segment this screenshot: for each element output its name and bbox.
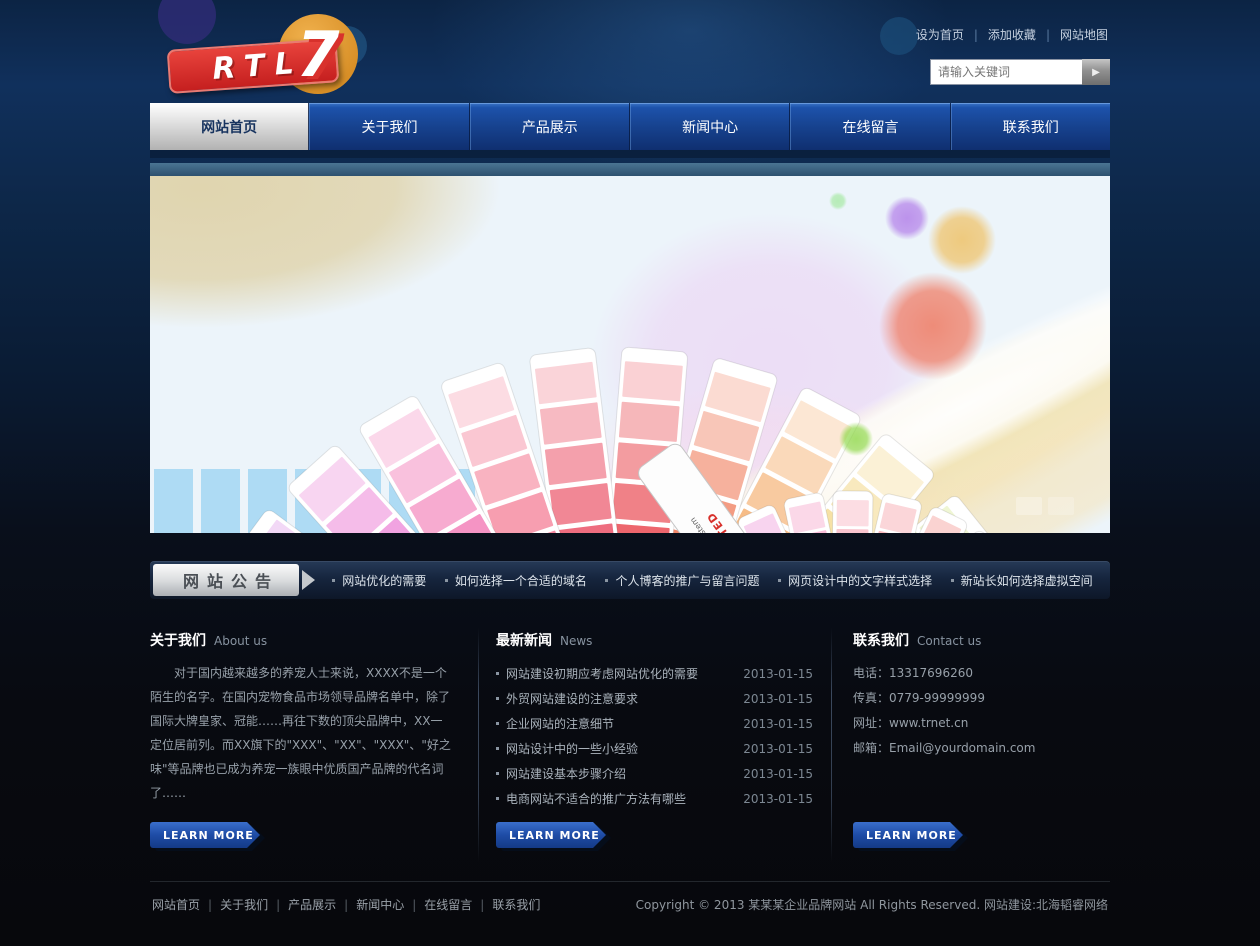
announcement-bar: 网站公告 网站优化的需要 如何选择一个合适的域名 个人博客的推广与留言问题 网页… xyxy=(150,561,1110,599)
footer-link-guestbook[interactable]: 在线留言 xyxy=(424,896,492,913)
news-link[interactable]: 网站建设基本步骤介绍 xyxy=(496,765,743,782)
bullet-icon xyxy=(496,722,499,725)
search-input[interactable] xyxy=(930,59,1082,85)
news-link[interactable]: 网站设计中的一些小经验 xyxy=(496,740,743,757)
nav-item-products[interactable]: 产品展示 xyxy=(470,103,630,150)
news-learn-more-button[interactable]: LEARN MORE xyxy=(496,822,608,849)
set-homepage-link[interactable]: 设为首页 xyxy=(916,26,964,43)
add-favorite-link[interactable]: 添加收藏 xyxy=(988,26,1036,43)
about-paragraph: 对于国内越来越多的养宠人士来说，XXXX不是一个陌生的名字。在国内宠物食品市场领… xyxy=(150,661,454,805)
bullet-icon xyxy=(496,797,499,800)
news-link[interactable]: 外贸网站建设的注意要求 xyxy=(496,690,743,707)
news-date: 2013-01-15 xyxy=(743,692,813,706)
nav-item-about[interactable]: 关于我们 xyxy=(309,103,469,150)
news-date: 2013-01-15 xyxy=(743,767,813,781)
news-link[interactable]: 企业网站的注意细节 xyxy=(496,715,743,732)
arrow-right-icon: ▶ xyxy=(1092,67,1100,78)
contact-section: 联系我们 Contact us 电话：13317696260 传真：0779-9… xyxy=(832,620,1110,872)
news-title-cn: 最新新闻 xyxy=(496,630,552,650)
about-section: 关于我们 About us 对于国内越来越多的养宠人士来说，XXXX不是一个陌生… xyxy=(150,620,478,872)
bullet-icon xyxy=(605,579,608,582)
news-row: 网站建设基本步骤介绍 2013-01-15 xyxy=(496,761,813,786)
news-link[interactable]: 网站建设初期应考虑网站优化的需要 xyxy=(496,665,743,682)
nav-item-home[interactable]: 网站首页 xyxy=(150,103,309,150)
news-list: 网站建设初期应考虑网站优化的需要 2013-01-15 外贸网站建设的注意要求 … xyxy=(496,661,813,811)
contact-fax: 传真：0779-99999999 xyxy=(853,686,1110,711)
divider: | xyxy=(1046,28,1050,42)
banner-color-fan-image: Color Management SystemSOLID COATED xyxy=(150,163,1110,533)
announcement-links: 网站优化的需要 如何选择一个合适的域名 个人博客的推广与留言问题 网页设计中的文… xyxy=(315,572,1110,589)
content-columns: 关于我们 About us 对于国内越来越多的养宠人士来说，XXXX不是一个陌生… xyxy=(150,620,1110,872)
news-date: 2013-01-15 xyxy=(743,717,813,731)
bullet-icon xyxy=(496,772,499,775)
news-row: 企业网站的注意细节 2013-01-15 xyxy=(496,711,813,736)
logo-seven-text: 7 xyxy=(278,14,358,94)
news-row: 外贸网站建设的注意要求 2013-01-15 xyxy=(496,686,813,711)
footer-link-about[interactable]: 关于我们 xyxy=(220,896,288,913)
news-row: 网站设计中的一些小经验 2013-01-15 xyxy=(496,736,813,761)
nav-item-news[interactable]: 新闻中心 xyxy=(630,103,790,150)
news-row: 电商网站不适合的推广方法有哪些 2013-01-15 xyxy=(496,786,813,811)
contact-title-cn: 联系我们 xyxy=(853,630,909,650)
footer-link-products[interactable]: 产品展示 xyxy=(288,896,356,913)
about-learn-more-button[interactable]: LEARN MORE xyxy=(150,822,262,849)
nav-shadow-strip xyxy=(150,150,1110,158)
news-title-en: News xyxy=(560,634,592,648)
news-link[interactable]: 电商网站不适合的推广方法有哪些 xyxy=(496,790,743,807)
footer-link-home[interactable]: 网站首页 xyxy=(152,896,220,913)
about-title-en: About us xyxy=(214,634,267,648)
contact-learn-more-button[interactable]: LEARN MORE xyxy=(853,822,965,849)
news-date: 2013-01-15 xyxy=(743,792,813,806)
footer-link-contact[interactable]: 联系我们 xyxy=(492,896,540,913)
top-utility-links: 设为首页 | 添加收藏 | 网站地图 xyxy=(916,26,1108,43)
sitemap-link[interactable]: 网站地图 xyxy=(1060,26,1108,43)
news-row: 网站建设初期应考虑网站优化的需要 2013-01-15 xyxy=(496,661,813,686)
bullet-icon xyxy=(496,697,499,700)
announcement-link[interactable]: 如何选择一个合适的域名 xyxy=(445,572,587,589)
nav-item-contact[interactable]: 联系我们 xyxy=(951,103,1110,150)
contact-list: 电话：13317696260 传真：0779-99999999 网址：www.t… xyxy=(853,661,1110,761)
arrow-right-icon xyxy=(302,570,315,590)
footer: 网站首页 关于我们 产品展示 新闻中心 在线留言 联系我们 Copyright … xyxy=(150,881,1110,913)
search-bar: ▶ xyxy=(930,59,1110,85)
divider: | xyxy=(974,28,978,42)
page: RTL 7 设为首页 | 添加收藏 | 网站地图 ▶ 网站首页 关于我们 xyxy=(0,0,1260,946)
contact-email: 邮箱：Email@yourdomain.com xyxy=(853,736,1110,761)
bullet-icon xyxy=(951,579,954,582)
news-section: 最新新闻 News 网站建设初期应考虑网站优化的需要 2013-01-15 外贸… xyxy=(479,620,831,872)
nav-item-guestbook[interactable]: 在线留言 xyxy=(790,103,950,150)
announcement-link[interactable]: 网站优化的需要 xyxy=(332,572,426,589)
contact-website: 网址：www.trnet.cn xyxy=(853,711,1110,736)
bullet-icon xyxy=(496,672,499,675)
copyright-text: Copyright © 2013 某某某企业品牌网站 All Rights Re… xyxy=(636,896,1108,913)
announcement-link[interactable]: 新站长如何选择虚拟空间 xyxy=(951,572,1093,589)
header: RTL 7 设为首页 | 添加收藏 | 网站地图 ▶ xyxy=(150,0,1110,103)
site-logo[interactable]: RTL 7 xyxy=(168,12,378,98)
contact-phone: 电话：13317696260 xyxy=(853,661,1110,686)
announcement-link[interactable]: 网页设计中的文字样式选择 xyxy=(778,572,932,589)
footer-links: 网站首页 关于我们 产品展示 新闻中心 在线留言 联系我们 xyxy=(152,896,540,913)
bullet-icon xyxy=(778,579,781,582)
news-date: 2013-01-15 xyxy=(743,667,813,681)
news-date: 2013-01-15 xyxy=(743,742,813,756)
main-nav: 网站首页 关于我们 产品展示 新闻中心 在线留言 联系我们 xyxy=(150,103,1110,150)
bullet-icon xyxy=(445,579,448,582)
banner: Color Management SystemSOLID COATED xyxy=(150,163,1110,533)
about-title-cn: 关于我们 xyxy=(150,630,206,650)
announcement-link[interactable]: 个人博客的推广与留言问题 xyxy=(605,572,759,589)
footer-link-news[interactable]: 新闻中心 xyxy=(356,896,424,913)
bullet-icon xyxy=(496,747,499,750)
announcement-label: 网站公告 xyxy=(153,564,299,596)
bullet-icon xyxy=(332,579,335,582)
search-button[interactable]: ▶ xyxy=(1082,59,1110,85)
contact-title-en: Contact us xyxy=(917,634,981,648)
